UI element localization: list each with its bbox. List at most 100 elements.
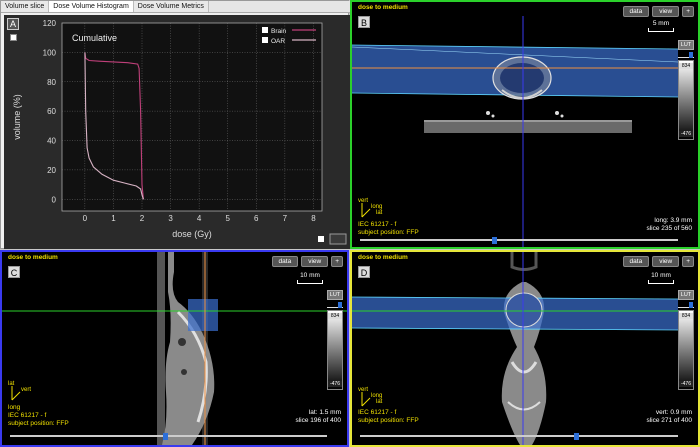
add-button[interactable]: +	[331, 256, 343, 267]
pane-label-a: A	[7, 18, 19, 30]
view-title: dose to medium	[358, 254, 408, 261]
lut-button[interactable]: LUT	[678, 290, 694, 300]
slice-counter: slice 235 of 560	[646, 225, 692, 232]
lut-max-value: 834	[679, 313, 693, 319]
axis-up-label: vert	[358, 198, 368, 204]
data-button[interactable]: data	[622, 256, 650, 267]
x-tick-label: 8	[311, 214, 316, 223]
lut-button[interactable]: LUT	[327, 290, 343, 300]
view-button[interactable]: view	[652, 256, 680, 267]
x-tick-label: 5	[225, 214, 230, 223]
axis-diag-label: long	[8, 404, 21, 411]
slider-track	[360, 435, 678, 437]
viewer-sagittal-c[interactable]: dose to medium C data view + 10 mm LUT 8…	[0, 250, 349, 447]
chart-title: Cumulative	[72, 33, 117, 43]
slice-position: vert: 0.9 mm	[655, 409, 692, 416]
data-button[interactable]: data	[622, 6, 650, 17]
scale-label: 10 mm	[300, 272, 320, 279]
slice-position: long: 3.9 mm	[654, 217, 692, 224]
subject-position: subject position: FFP	[358, 229, 419, 236]
y-axis-label: volume (%)	[12, 94, 22, 140]
x-tick-label: 1	[111, 214, 116, 223]
lut-min-value: -476	[679, 381, 693, 387]
orientation-axes: vert long lat	[358, 387, 383, 407]
view-button[interactable]: view	[652, 6, 680, 17]
lut-slider-knob[interactable]	[689, 52, 693, 58]
y-tick-label: 0	[52, 195, 57, 204]
x-tick-label: 6	[254, 214, 259, 223]
axis-right-label: lat	[376, 210, 383, 216]
slider-knob[interactable]	[574, 433, 580, 440]
view-toolbar: data view +	[271, 256, 343, 267]
scale-line	[648, 28, 674, 32]
scale-bar: 5 mm	[648, 20, 674, 32]
pane-label-c: C	[8, 266, 20, 278]
slice-info: vert: 0.9 mm slice 271 of 400	[646, 409, 692, 425]
lut-slider-knob[interactable]	[689, 302, 693, 308]
viewer-coronal-d[interactable]: dose to medium D data view + 10 mm LUT 8…	[350, 250, 700, 447]
lut-max-value: 834	[328, 313, 342, 319]
add-button[interactable]: +	[682, 6, 694, 17]
slice-counter: slice 196 of 400	[295, 417, 341, 424]
view-toolbar: data view +	[622, 6, 694, 17]
orientation-info: IEC 61217 - f subject position: FFP	[358, 409, 419, 425]
x-tick-label: 3	[168, 214, 173, 223]
x-axis-label: dose (Gy)	[172, 229, 212, 239]
pane-label-b: B	[358, 16, 370, 28]
y-tick-label: 120	[43, 19, 57, 28]
export-button	[329, 233, 347, 245]
slice-slider[interactable]	[360, 237, 678, 244]
y-tick-label: 20	[47, 166, 56, 175]
lut-slider-knob[interactable]	[338, 302, 342, 308]
legend-label-oar: OAR	[271, 38, 285, 45]
scale-bar: 10 mm	[297, 272, 323, 284]
slice-info: long: 3.9 mm slice 235 of 560	[646, 217, 692, 233]
lut-button[interactable]: LUT	[678, 40, 694, 50]
lut-slider[interactable]	[678, 302, 694, 308]
slice-counter: slice 271 of 400	[646, 417, 692, 424]
legend-label-brain: Brain	[271, 28, 287, 35]
lut-min-value: -476	[328, 381, 342, 387]
dvh-toggle-checkbox[interactable]	[10, 34, 17, 41]
app-window: Volume slice Dose Volume Histogram Dose …	[0, 0, 700, 447]
axis-up-label: vert	[358, 387, 368, 393]
axial-image	[352, 16, 679, 247]
y-tick-label: 40	[47, 137, 56, 146]
slice-position: lat: 1.5 mm	[308, 409, 341, 416]
legend-checkbox	[262, 27, 268, 33]
x-tick-label: 2	[140, 214, 145, 223]
tab-dose-volume-metrics[interactable]: Dose Volume Metrics	[133, 1, 209, 12]
x-tick-label: 7	[283, 214, 288, 223]
lut-colorbar: 834 -476	[678, 310, 694, 390]
data-button[interactable]: data	[271, 256, 299, 267]
x-tick-label: 0	[83, 214, 88, 223]
lut-slider[interactable]	[678, 52, 694, 58]
lut-slider[interactable]	[327, 302, 343, 308]
scale-label: 5 mm	[652, 20, 670, 27]
slider-track	[360, 239, 678, 241]
slice-slider[interactable]	[360, 433, 678, 440]
legend-checkbox	[262, 37, 268, 43]
axis-right-label: lat	[376, 399, 383, 405]
orientation-info: long IEC 61217 - f subject position: FFP	[8, 404, 69, 428]
tab-dose-volume-histogram[interactable]: Dose Volume Histogram	[49, 1, 134, 12]
tab-volume-slice[interactable]: Volume slice	[1, 1, 50, 12]
view-button[interactable]: view	[301, 256, 329, 267]
viewer-axial-b[interactable]: dose to medium B data view + 5 mm LUT 83…	[350, 0, 700, 249]
lut-colorbar: 834 -476	[327, 310, 343, 390]
bottom-checkbox	[318, 236, 324, 242]
dvh-pane: Volume slice Dose Volume Histogram Dose …	[0, 0, 350, 249]
view-title: dose to medium	[358, 4, 408, 11]
scale-line	[297, 280, 323, 284]
slice-slider[interactable]	[10, 433, 327, 440]
iec-label: IEC 61217 - f	[8, 412, 47, 419]
subject-position: subject position: FFP	[358, 417, 419, 424]
axis-right-label: vert	[21, 387, 31, 393]
add-button[interactable]: +	[682, 256, 694, 267]
orientation-axes: lat vert	[8, 381, 31, 401]
slider-knob[interactable]	[491, 237, 497, 244]
lut-colorbar: 834 -476	[678, 60, 694, 140]
slider-knob[interactable]	[163, 433, 169, 440]
pane-label-d: D	[358, 266, 370, 278]
y-tick-label: 100	[43, 48, 57, 57]
